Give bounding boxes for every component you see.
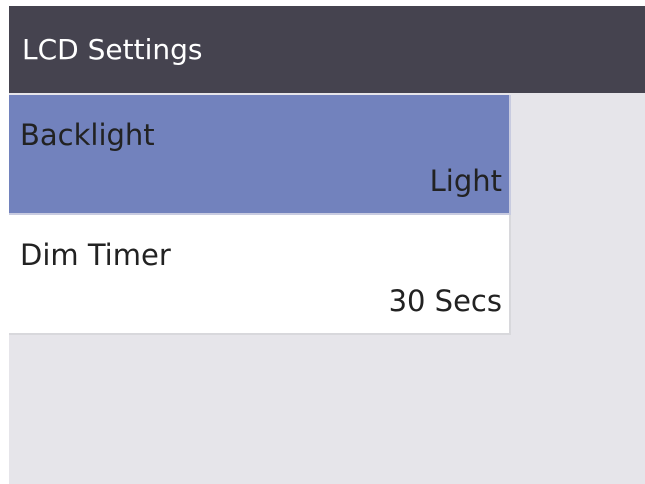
menu-item-label: Backlight (20, 118, 155, 152)
menu-item-label: Dim Timer (20, 238, 171, 272)
menu-item-backlight[interactable]: Backlight Light (9, 95, 511, 215)
menu-item-dim-timer[interactable]: Dim Timer 30 Secs (9, 215, 511, 335)
title-bar: LCD Settings (9, 6, 645, 93)
menu-item-value: 30 Secs (388, 284, 502, 318)
page-title: LCD Settings (22, 33, 203, 66)
settings-menu: Backlight Light Dim Timer 30 Secs (9, 95, 511, 335)
lcd-screen: LCD Settings Backlight Light Dim Timer 3… (9, 6, 645, 484)
menu-item-value: Light (429, 164, 502, 198)
